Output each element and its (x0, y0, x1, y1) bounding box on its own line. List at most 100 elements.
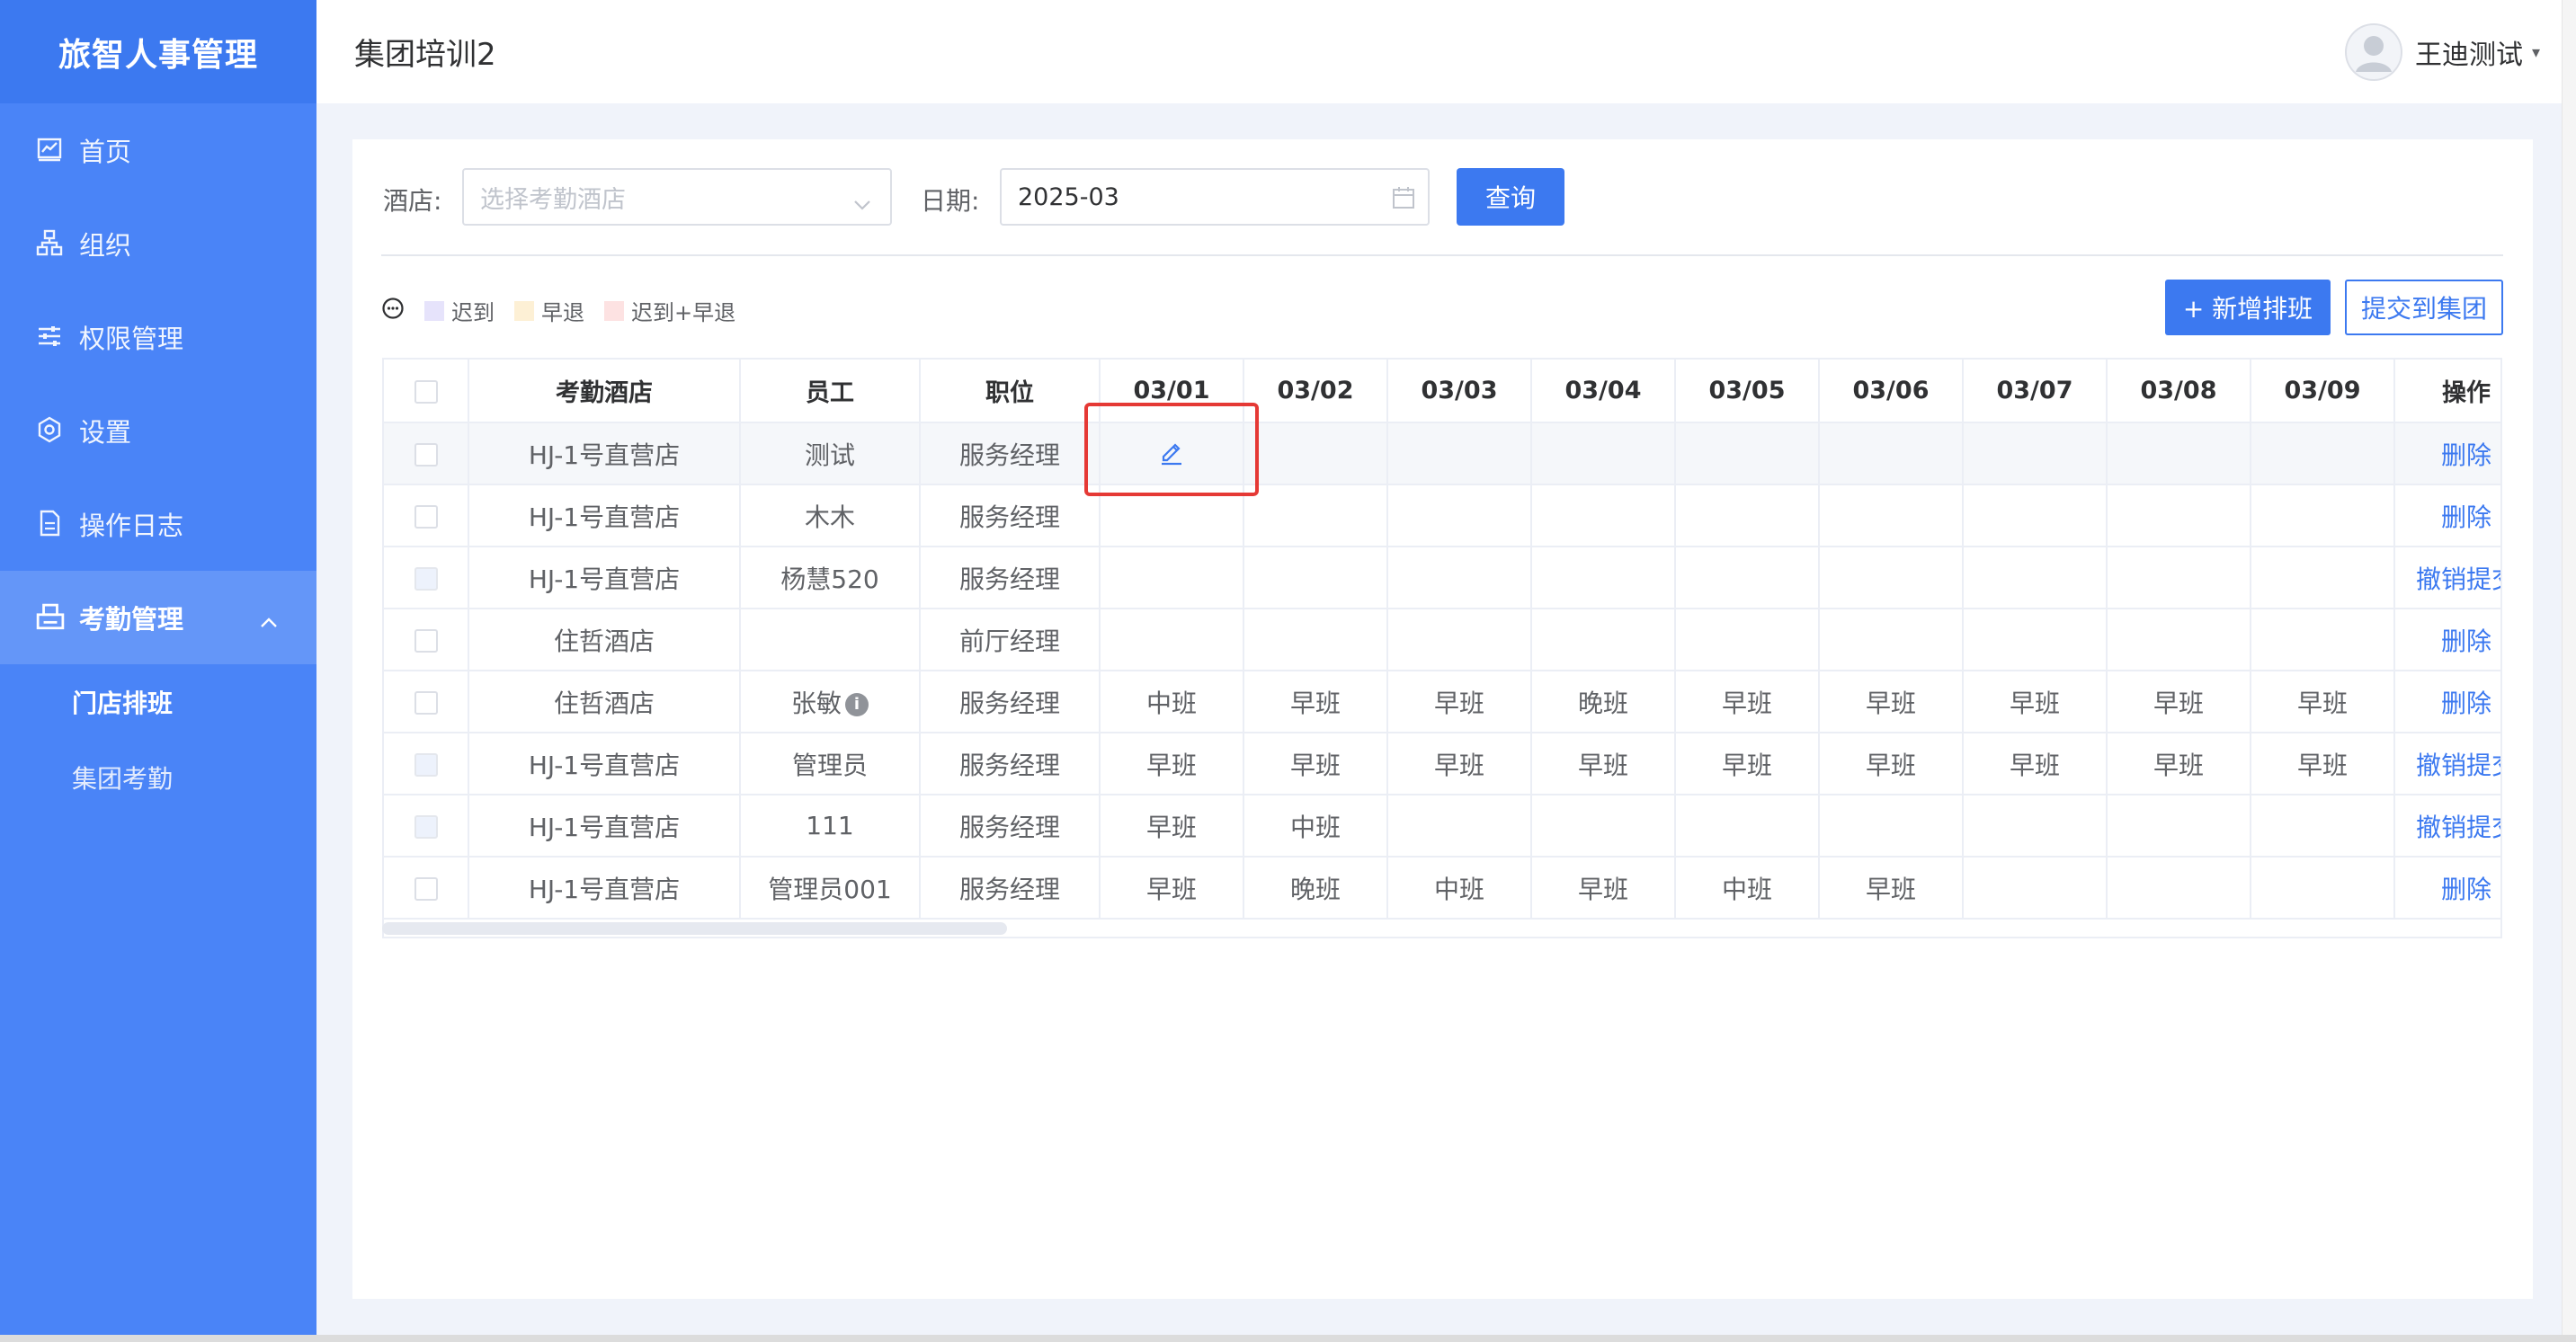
query-button[interactable]: 查询 (1457, 168, 1564, 226)
row-select-cell[interactable] (384, 671, 469, 733)
cell-shift[interactable] (1387, 609, 1532, 671)
cell-shift[interactable] (1963, 422, 2108, 485)
sidebar-item-attendance[interactable]: 考勤管理 (0, 571, 316, 664)
cell-shift[interactable] (2251, 422, 2395, 485)
sidebar-subitem-store-schedule[interactable]: 门店排班 (0, 664, 316, 740)
cell-shift[interactable]: 早班 (1531, 857, 1676, 920)
row-checkbox[interactable] (414, 691, 438, 715)
cell-shift[interactable]: 早班 (1675, 733, 1820, 795)
cell-shift[interactable] (1387, 484, 1532, 547)
table-horizontal-scrollbar[interactable] (382, 922, 1007, 935)
row-select-cell[interactable] (384, 422, 469, 485)
cell-shift[interactable]: 早班 (1675, 671, 1820, 733)
cell-shift[interactable] (1100, 422, 1244, 485)
cell-shift[interactable] (1675, 547, 1820, 609)
cell-shift[interactable] (1531, 484, 1676, 547)
sidebar-subitem-group-attendance[interactable]: 集团考勤 (0, 740, 316, 815)
delete-link[interactable]: 删除 (2441, 875, 2491, 904)
cell-shift[interactable]: 早班 (1100, 733, 1244, 795)
cell-shift[interactable] (1963, 795, 2108, 858)
table-row[interactable]: 住哲酒店 前厅经理 删除 (384, 609, 2500, 671)
select-all-checkbox[interactable] (414, 379, 438, 404)
cell-shift[interactable]: 早班 (1963, 733, 2108, 795)
cell-shift[interactable] (1531, 795, 1676, 858)
cell-shift[interactable] (2251, 795, 2395, 858)
cell-shift[interactable] (1387, 547, 1532, 609)
cell-shift[interactable] (2107, 422, 2251, 485)
cell-shift[interactable] (1675, 484, 1820, 547)
cell-shift[interactable] (1819, 795, 1964, 858)
cell-shift[interactable] (1963, 484, 2108, 547)
sidebar-item-home[interactable]: 首页 (0, 103, 316, 197)
cell-shift[interactable]: 早班 (1531, 733, 1676, 795)
cell-shift[interactable] (1963, 547, 2108, 609)
cell-shift[interactable]: 早班 (1819, 671, 1964, 733)
row-checkbox[interactable] (414, 629, 438, 653)
cell-shift[interactable] (1243, 547, 1388, 609)
avatar[interactable] (2344, 23, 2402, 81)
cell-shift[interactable] (1963, 609, 2108, 671)
sidebar-item-org[interactable]: 组织 (0, 197, 316, 290)
cell-shift[interactable]: 早班 (1819, 733, 1964, 795)
row-select-cell[interactable] (384, 857, 469, 920)
revoke-submit-link[interactable]: 撤销提交 (2416, 751, 2500, 780)
cell-shift[interactable]: 早班 (2107, 671, 2251, 733)
cell-shift[interactable] (1531, 547, 1676, 609)
hotel-select[interactable]: 选择考勤酒店 (462, 168, 892, 226)
page-scrollbar[interactable] (2562, 0, 2576, 1335)
table-row[interactable]: 住哲酒店 张敏 i 服务经理 中班 早班 早班 晚班 早班 早班 早班 早班 早班 删除 (384, 671, 2500, 733)
delete-link[interactable]: 删除 (2441, 689, 2491, 718)
cell-shift[interactable]: 中班 (1100, 671, 1244, 733)
cell-shift[interactable] (1675, 422, 1820, 485)
cell-shift[interactable] (1819, 609, 1964, 671)
user-menu[interactable]: 王迪测试 ▾ (2344, 23, 2540, 81)
cell-shift[interactable] (1531, 422, 1676, 485)
cell-shift[interactable] (1675, 795, 1820, 858)
cell-shift[interactable] (1963, 857, 2108, 920)
table-row[interactable]: HJ-1号直营店 杨慧520 服务经理 撤销提交 (384, 547, 2500, 609)
cell-shift[interactable] (1100, 547, 1244, 609)
row-checkbox[interactable] (414, 877, 438, 901)
cell-shift[interactable]: 晚班 (1531, 671, 1676, 733)
cell-shift[interactable] (2251, 547, 2395, 609)
date-picker[interactable]: 2025-03 (1000, 168, 1430, 226)
delete-link[interactable]: 删除 (2441, 502, 2491, 532)
cell-shift[interactable] (2107, 547, 2251, 609)
cell-shift[interactable]: 晚班 (1243, 857, 1388, 920)
cell-shift[interactable]: 早班 (2251, 733, 2395, 795)
cell-shift[interactable] (1675, 609, 1820, 671)
cell-shift[interactable] (2251, 609, 2395, 671)
cell-shift[interactable] (1100, 484, 1244, 547)
edit-pencil-icon[interactable] (1156, 442, 1187, 472)
cell-shift[interactable]: 早班 (1387, 733, 1532, 795)
cell-shift[interactable] (2251, 857, 2395, 920)
table-row[interactable]: HJ-1号直营店 木木 服务经理 删除 (384, 484, 2500, 547)
cell-shift[interactable]: 中班 (1675, 857, 1820, 920)
table-row[interactable]: HJ-1号直营店 111 服务经理 早班 中班 撤销提交 (384, 795, 2500, 858)
cell-shift[interactable] (1819, 484, 1964, 547)
cell-shift[interactable] (1243, 422, 1388, 485)
table-row[interactable]: HJ-1号直营店 管理员001 服务经理 早班 晚班 中班 早班 中班 早班 删除 (384, 857, 2500, 920)
table-row[interactable]: HJ-1号直营店 管理员 服务经理 早班 早班 早班 早班 早班 早班 早班 早班 早班 撤销提交 (384, 733, 2500, 795)
cell-shift[interactable] (2107, 609, 2251, 671)
delete-link[interactable]: 删除 (2441, 627, 2491, 656)
cell-shift[interactable] (1819, 547, 1964, 609)
cell-shift[interactable]: 早班 (1963, 671, 2108, 733)
cell-shift[interactable] (1243, 484, 1388, 547)
add-schedule-button[interactable]: + 新增排班 (2165, 280, 2331, 335)
sidebar-item-logs[interactable]: 操作日志 (0, 477, 316, 571)
cell-shift[interactable]: 中班 (1387, 857, 1532, 920)
revoke-submit-link[interactable]: 撤销提交 (2416, 813, 2500, 842)
cell-shift[interactable] (2251, 484, 2395, 547)
sidebar-item-settings[interactable]: 设置 (0, 384, 316, 477)
row-select-cell[interactable] (384, 733, 469, 795)
cell-shift[interactable]: 早班 (1243, 733, 1388, 795)
cell-shift[interactable]: 早班 (1819, 857, 1964, 920)
cell-shift[interactable] (1100, 609, 1244, 671)
cell-shift[interactable] (2107, 795, 2251, 858)
header-select-all[interactable] (384, 360, 469, 423)
delete-link[interactable]: 删除 (2441, 440, 2491, 470)
cell-shift[interactable] (1387, 422, 1532, 485)
cell-shift[interactable] (1243, 609, 1388, 671)
cell-shift[interactable]: 早班 (2251, 671, 2395, 733)
